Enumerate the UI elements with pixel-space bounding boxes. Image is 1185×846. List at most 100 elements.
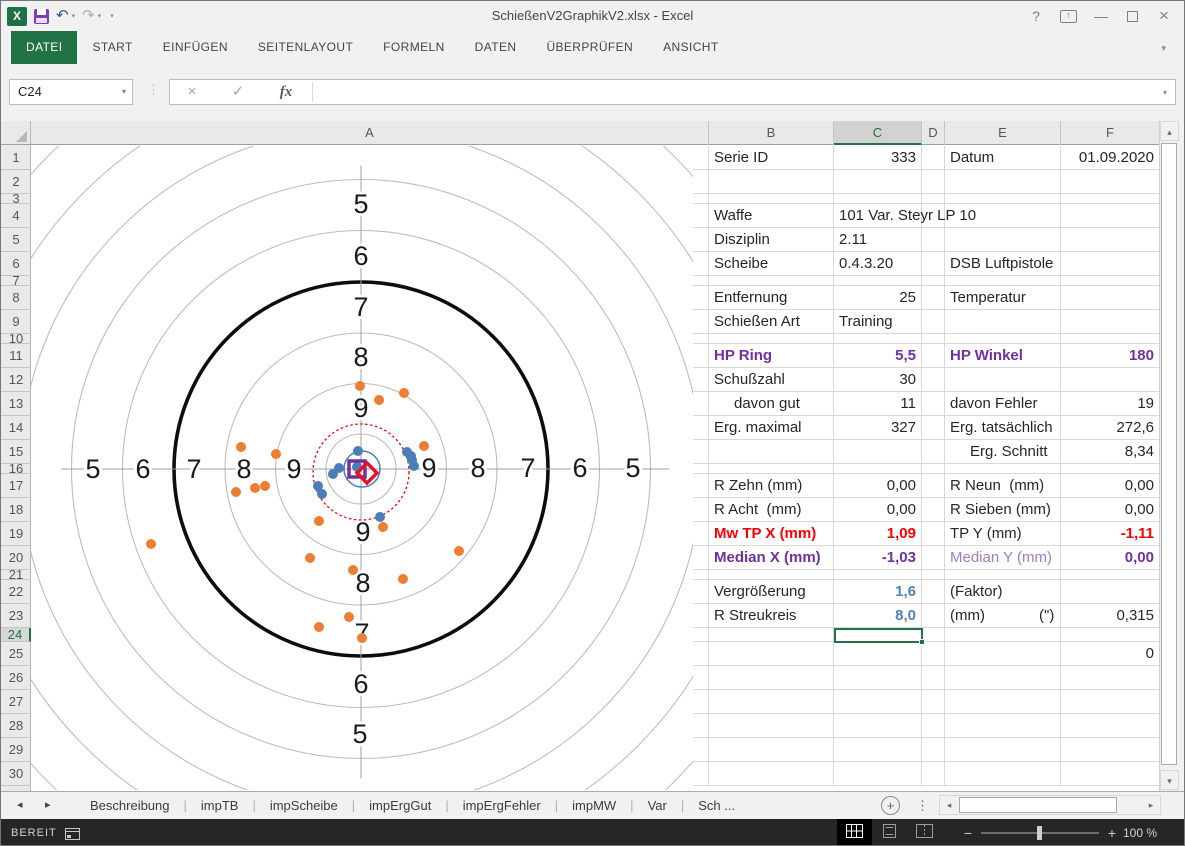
cell-D17[interactable] [922, 474, 945, 498]
cell-A23[interactable] [693, 604, 709, 628]
horizontal-scrollbar[interactable]: ◂ ▸ [939, 795, 1161, 815]
cell-D22[interactable] [922, 580, 945, 604]
cell-A4[interactable] [693, 204, 709, 228]
sheet-tab-impTB[interactable]: impTB [187, 792, 253, 819]
cell-A14[interactable] [693, 416, 709, 440]
cell-C2[interactable] [834, 170, 922, 194]
ribbon-tab-ansicht[interactable]: ANSICHT [648, 31, 733, 64]
page-layout-view-icon[interactable] [872, 819, 907, 846]
row-header-10[interactable]: 10 [1, 334, 31, 344]
cell-D7[interactable] [922, 276, 945, 286]
row-header-11[interactable]: 11 [1, 344, 31, 368]
zoom-slider[interactable] [981, 832, 1099, 834]
ribbon-tab-datei[interactable]: DATEI [11, 31, 77, 64]
row-header-27[interactable]: 27 [1, 690, 31, 714]
scroll-down-icon[interactable]: ▾ [1160, 770, 1179, 790]
row-header-30[interactable]: 30 [1, 762, 31, 786]
row-header-26[interactable]: 26 [1, 666, 31, 690]
cell-B26[interactable] [709, 666, 834, 690]
cell-F28[interactable] [1061, 714, 1160, 738]
cell-A9[interactable] [693, 310, 709, 334]
cell-F12[interactable] [1061, 368, 1160, 392]
column-header-F[interactable]: F [1061, 121, 1160, 145]
ribbon-collapse-icon[interactable]: ▾ [1161, 43, 1166, 54]
cell-D19[interactable] [922, 522, 945, 546]
row-header-13[interactable]: 13 [1, 392, 31, 416]
sheet-tab-impScheibe[interactable]: impScheibe [256, 792, 352, 819]
cell-F6[interactable] [1061, 252, 1160, 276]
cell-A25[interactable] [693, 642, 709, 666]
cell-C16[interactable] [834, 464, 922, 474]
cell-A6[interactable] [693, 252, 709, 276]
cell-A20[interactable] [693, 546, 709, 570]
row-header-7[interactable]: 7 [1, 276, 31, 286]
cell-D5[interactable] [922, 228, 945, 252]
column-header-E[interactable]: E [945, 121, 1061, 145]
cell-D21[interactable] [922, 570, 945, 580]
fill-handle[interactable] [919, 639, 925, 645]
page-break-view-icon[interactable] [907, 819, 942, 846]
cell-F16[interactable] [1061, 464, 1160, 474]
cell-F7[interactable] [1061, 276, 1160, 286]
row-header-18[interactable]: 18 [1, 498, 31, 522]
row-header-29[interactable]: 29 [1, 738, 31, 762]
cell-F29[interactable] [1061, 738, 1160, 762]
row-header-19[interactable]: 19 [1, 522, 31, 546]
cell-D3[interactable] [922, 194, 945, 204]
target-chart[interactable]: 56789987655678998765 [31, 146, 693, 790]
ribbon-tab-daten[interactable]: DATEN [460, 31, 532, 64]
cell-B30[interactable] [709, 762, 834, 786]
cell-B27[interactable] [709, 690, 834, 714]
cell-A11[interactable] [693, 344, 709, 368]
vertical-scrollbar[interactable]: ▴ ▾ [1159, 121, 1178, 791]
cell-F9[interactable] [1061, 310, 1160, 334]
insert-function-icon[interactable]: fx [264, 80, 308, 104]
column-header-A[interactable]: A [31, 121, 709, 145]
column-header-C[interactable]: C [834, 121, 922, 145]
row-header-12[interactable]: 12 [1, 368, 31, 392]
cell-D23[interactable] [922, 604, 945, 628]
help-icon[interactable]: ? [1020, 3, 1052, 29]
zoom-in-icon[interactable]: + [1103, 825, 1121, 841]
cell-A19[interactable] [693, 522, 709, 546]
cell-E30[interactable] [945, 762, 1061, 786]
row-header-24[interactable]: 24 [1, 628, 31, 642]
cell-C10[interactable] [834, 334, 922, 344]
row-header-1[interactable]: 1 [1, 146, 31, 170]
cell-D25[interactable] [922, 642, 945, 666]
cell-D16[interactable] [922, 464, 945, 474]
cell-D15[interactable] [922, 440, 945, 464]
cell-E24[interactable] [945, 628, 1061, 642]
cell-A16[interactable] [693, 464, 709, 474]
cell-D20[interactable] [922, 546, 945, 570]
enter-check-icon[interactable]: ✓ [216, 80, 260, 104]
horizontal-scroll-thumb[interactable] [959, 797, 1117, 813]
cell-D14[interactable] [922, 416, 945, 440]
close-icon[interactable]: × [1148, 3, 1180, 29]
sheet-nav-right-icon[interactable]: ▸ [45, 792, 51, 819]
formula-expand-icon[interactable]: ▾ [1163, 88, 1167, 97]
cell-C15[interactable] [834, 440, 922, 464]
cell-A17[interactable] [693, 474, 709, 498]
cell-E12[interactable] [945, 368, 1061, 392]
cell-E7[interactable] [945, 276, 1061, 286]
cell-A28[interactable] [693, 714, 709, 738]
cell-C21[interactable] [834, 570, 922, 580]
cell-C28[interactable] [834, 714, 922, 738]
cell-A30[interactable] [693, 762, 709, 786]
zoom-out-icon[interactable]: − [959, 825, 977, 841]
cell-C30[interactable] [834, 762, 922, 786]
column-header-D[interactable]: D [922, 121, 945, 145]
row-header-4[interactable]: 4 [1, 204, 31, 228]
cell-E10[interactable] [945, 334, 1061, 344]
cell-C26[interactable] [834, 666, 922, 690]
cell-D30[interactable] [922, 762, 945, 786]
vertical-scroll-thumb[interactable] [1161, 143, 1177, 765]
sheet-grid[interactable]: 1234567891011121314151617181920212223242… [1, 145, 1160, 791]
cell-D26[interactable] [922, 666, 945, 690]
cell-B2[interactable] [709, 170, 834, 194]
select-all-corner[interactable] [1, 121, 31, 145]
cell-F21[interactable] [1061, 570, 1160, 580]
cell-A7[interactable] [693, 276, 709, 286]
cell-D13[interactable] [922, 392, 945, 416]
